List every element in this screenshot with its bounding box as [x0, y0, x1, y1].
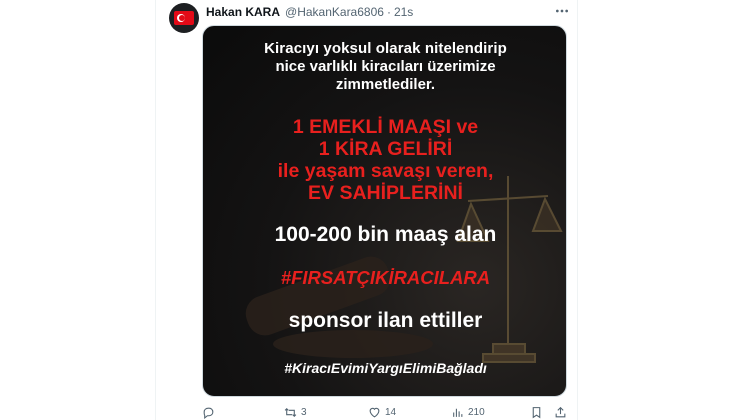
- more-options-icon[interactable]: [553, 2, 571, 20]
- tweet-actions: 3 14 210: [202, 405, 567, 420]
- image-red-text-line: 1 EMEKLİ MAAŞI ve: [292, 116, 479, 138]
- turkish-flag-icon: [174, 11, 194, 25]
- tweet-image[interactable]: Kiracıyı yoksul olarak nitelendirip nice…: [202, 25, 567, 397]
- image-red-text-line: EV SAHİPLERİNİ: [308, 182, 463, 204]
- bookmark-icon: [532, 406, 541, 418]
- author-name[interactable]: Hakan KARA: [206, 5, 280, 19]
- separator-dot: ·: [386, 5, 391, 19]
- share-button[interactable]: [554, 405, 571, 419]
- like-button[interactable]: 14: [368, 405, 396, 419]
- views-button[interactable]: 210: [451, 405, 485, 419]
- image-text-line: Kiracıyı yoksul olarak nitelendirip: [264, 40, 507, 57]
- image-text-sponsor: sponsor ilan ettiller: [288, 309, 483, 332]
- tweet-header: Hakan KARA @HakanKara6806 · 21s: [206, 4, 413, 20]
- reply-icon: [203, 407, 214, 419]
- tweet-timestamp[interactable]: 21s: [394, 5, 413, 19]
- retweet-count: 3: [301, 406, 307, 418]
- image-text-salary: 100-200 bin maaş alan: [274, 223, 497, 246]
- like-count: 14: [385, 406, 397, 418]
- image-red-text-line: 1 KİRA GELİRİ: [318, 138, 453, 160]
- heart-icon: [369, 407, 380, 417]
- bookmark-button[interactable]: [530, 405, 547, 419]
- author-handle[interactable]: @HakanKara6806: [285, 5, 384, 19]
- avatar[interactable]: [169, 3, 199, 33]
- views-icon: [453, 408, 463, 417]
- image-text-line: nice varlıklı kiracıları üzerimize: [275, 58, 496, 75]
- share-icon: [555, 406, 566, 417]
- image-hashtag-red: #FIRSATÇIKİRACILARA: [280, 267, 491, 288]
- retweet-icon: [284, 407, 297, 417]
- retweet-button[interactable]: 3: [284, 405, 307, 419]
- image-text-line: zimmetlediler.: [335, 76, 436, 93]
- views-count: 210: [468, 406, 485, 418]
- reply-button[interactable]: [202, 405, 219, 419]
- image-red-text-line: ile yaşam savaşı veren,: [277, 160, 494, 182]
- image-hashtag-white: #KiracıEvimiYargıElimiBağladı: [284, 360, 487, 376]
